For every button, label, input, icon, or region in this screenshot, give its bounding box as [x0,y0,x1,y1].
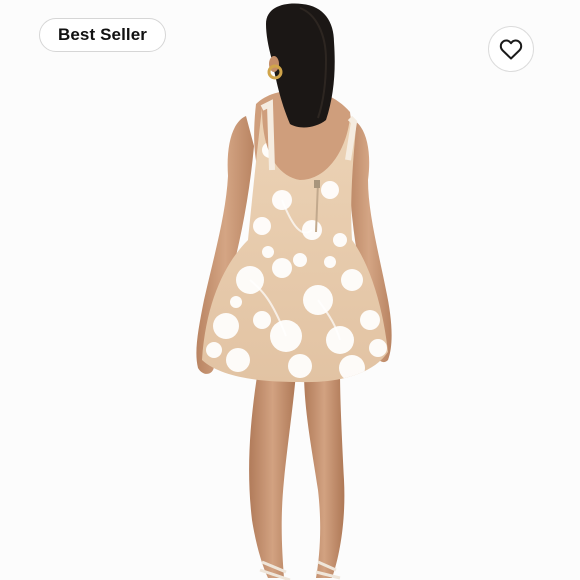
favorite-button[interactable] [488,26,534,72]
best-seller-badge: Best Seller [39,18,166,52]
best-seller-label: Best Seller [58,25,147,44]
product-photo[interactable] [0,0,580,580]
product-listing-card[interactable]: Best Seller [0,0,580,580]
heart-outline-icon [499,39,523,60]
